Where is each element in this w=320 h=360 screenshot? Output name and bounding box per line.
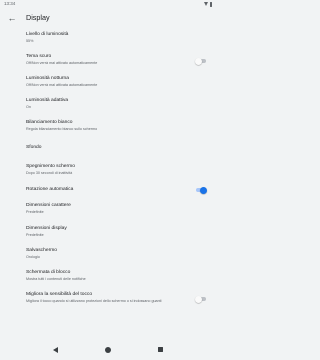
setting-title: Spegnimento schermo: [26, 164, 75, 169]
wifi-icon: [203, 2, 208, 7]
setting-display-size[interactable]: Dimensioni display Predefinite: [0, 226, 216, 242]
setting-title: Migliora la sensibilità del tocco: [26, 292, 93, 297]
nav-home-icon[interactable]: [105, 347, 111, 353]
setting-title: Rotazione automatica: [26, 187, 74, 192]
setting-title: Tema scuro: [26, 54, 52, 59]
auto-rotate-toggle[interactable]: [195, 186, 207, 194]
navigation-bar: [0, 340, 216, 360]
setting-touch-sensitivity[interactable]: Migliora la sensibilità del tocco Miglio…: [0, 292, 216, 312]
setting-subtitle: Mostra tutti i contenuti delle notifiche: [26, 277, 86, 281]
arrow-back-icon: ←: [7, 13, 17, 23]
setting-title: Dimensioni display: [26, 226, 67, 231]
setting-night-light[interactable]: Luminosità notturna Off/Non verrà mai at…: [0, 76, 216, 92]
back-button[interactable]: ←: [6, 12, 18, 24]
setting-dark-theme[interactable]: Tema scuro Off/Non verrà mai attivato au…: [0, 54, 216, 70]
battery-icon: [209, 2, 212, 7]
setting-title: Bilanciamento bianco: [26, 120, 73, 125]
setting-white-balance[interactable]: Bilanciamento bianco Regola bilanciament…: [0, 120, 216, 136]
setting-screen-saver[interactable]: Salvaschermo Orologio: [0, 248, 216, 264]
app-bar: ← Display: [0, 8, 216, 28]
setting-subtitle: Predefinite: [26, 233, 44, 237]
toggle-thumb: [200, 186, 207, 194]
setting-title: Dimensioni carattere: [26, 203, 71, 208]
setting-subtitle: Off/Non verrà mai attivata automaticamen…: [26, 83, 98, 87]
status-bar: 13:34: [0, 0, 216, 8]
setting-lock-screen[interactable]: Schermata di blocco Mostra tutti i conte…: [0, 270, 216, 286]
setting-screen-timeout[interactable]: Spegnimento schermo Dopo 30 secondi di i…: [0, 164, 216, 180]
touch-sensitivity-toggle[interactable]: [195, 295, 207, 303]
setting-subtitle: Dopo 30 secondi di inattività: [26, 171, 73, 175]
setting-title: Sfondo: [26, 145, 42, 150]
nav-back-icon[interactable]: [53, 347, 58, 353]
setting-title: Salvaschermo: [26, 248, 57, 253]
setting-title: Schermata di blocco: [26, 270, 71, 275]
setting-adaptive-brightness[interactable]: Luminosità adattiva On: [0, 98, 216, 114]
setting-title: Luminosità notturna: [26, 76, 69, 81]
setting-subtitle: Predefinite: [26, 210, 44, 214]
setting-font-size[interactable]: Dimensioni carattere Predefinite: [0, 203, 216, 219]
toggle-thumb: [195, 57, 202, 65]
setting-brightness-level[interactable]: Livello di luminosità 55%: [0, 32, 216, 48]
dark-theme-toggle[interactable]: [195, 57, 207, 65]
page-title: Display: [26, 13, 50, 22]
setting-subtitle: 55%: [26, 39, 34, 43]
setting-wallpaper[interactable]: Sfondo: [0, 144, 216, 154]
status-icons: [203, 2, 212, 7]
status-time: 13:34: [4, 1, 16, 6]
setting-title: Luminosità adattiva: [26, 98, 69, 103]
toggle-thumb: [195, 295, 202, 303]
setting-auto-rotate[interactable]: Rotazione automatica: [0, 186, 216, 196]
setting-subtitle: Migliora il tocco quando si utilizzano p…: [26, 299, 162, 303]
setting-subtitle: Off/Non verrà mai attivato automaticamen…: [26, 61, 98, 65]
nav-recents-icon[interactable]: [158, 347, 163, 352]
setting-title: Livello di luminosità: [26, 32, 69, 37]
setting-subtitle: On: [26, 105, 31, 109]
setting-subtitle: Orologio: [26, 255, 40, 259]
setting-subtitle: Regola bilanciamento bianco sullo scherm…: [26, 127, 98, 131]
